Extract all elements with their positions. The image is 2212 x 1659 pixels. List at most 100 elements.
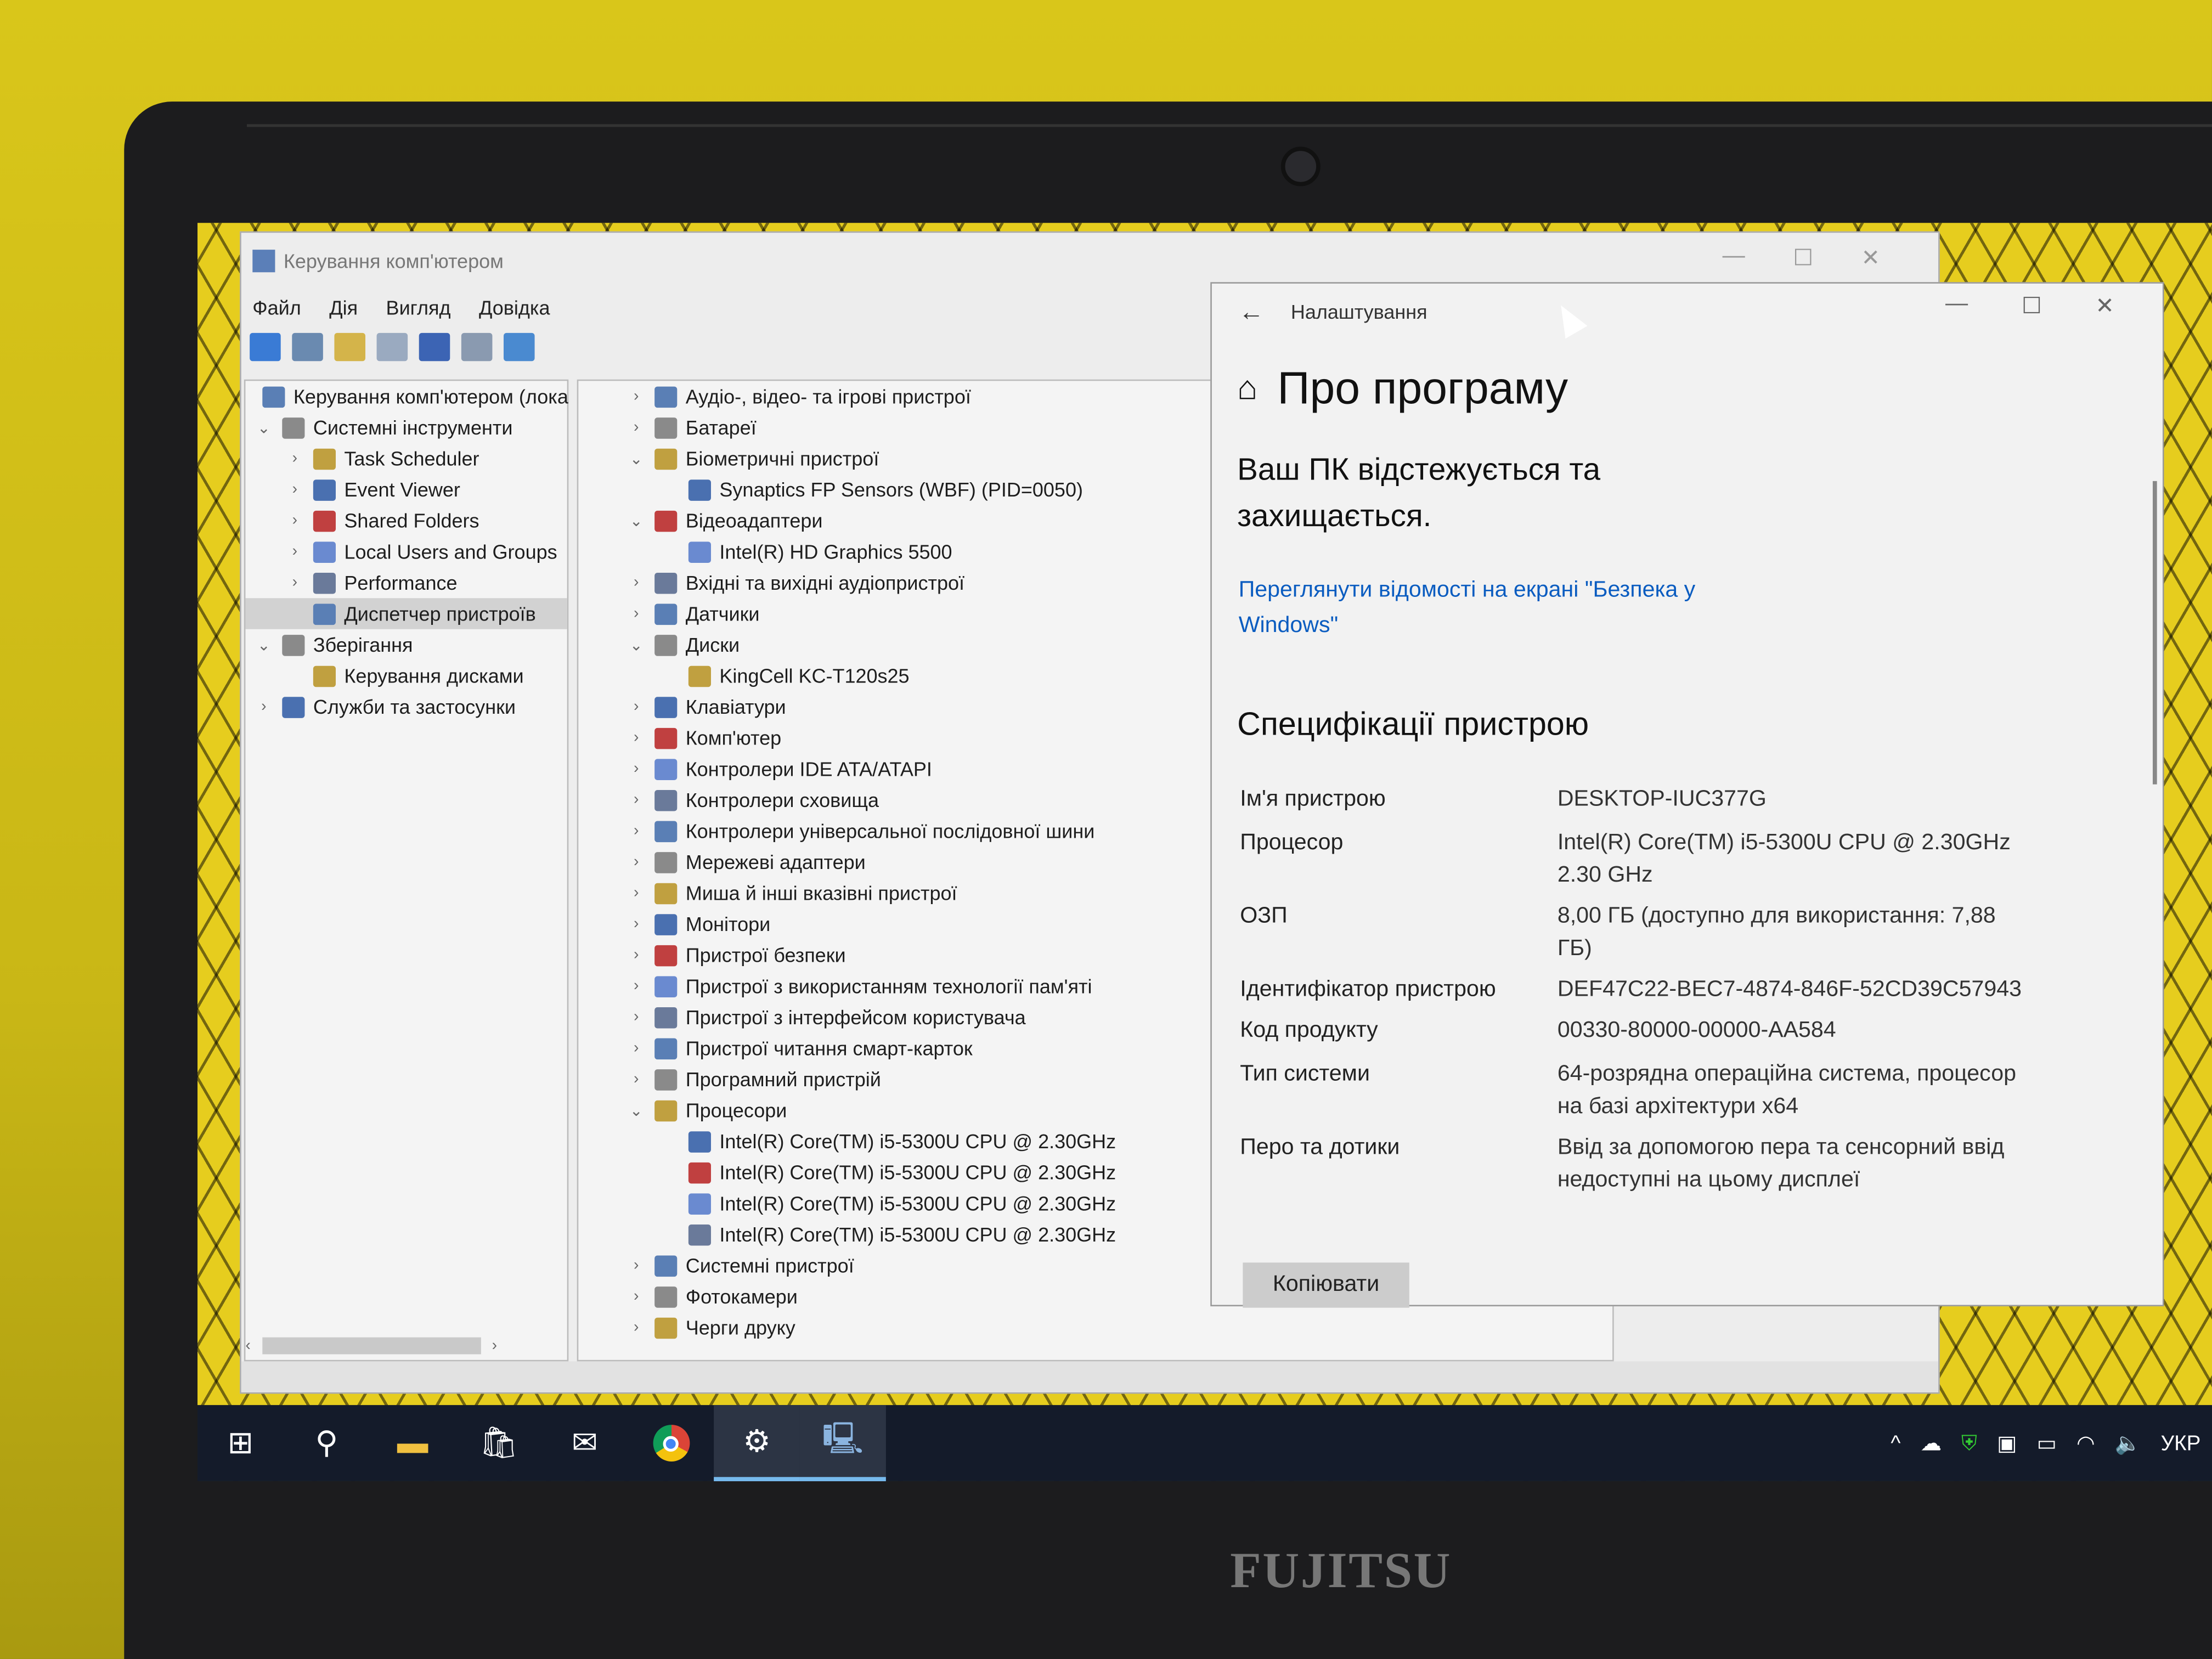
defender-shield-icon[interactable]: ⛨ <box>1961 1431 1977 1455</box>
chevron-down-icon[interactable]: ⌄ <box>627 635 646 654</box>
device-category-icon <box>313 541 336 562</box>
chevron-right-icon[interactable]: › <box>627 1009 646 1026</box>
tree-item-label: Shared Folders <box>344 509 479 532</box>
properties-icon[interactable] <box>461 332 493 362</box>
minimize-button[interactable]: — <box>1945 292 1968 320</box>
forward-icon[interactable] <box>292 332 323 362</box>
computer-management-icon[interactable]: 🖳 <box>799 1405 886 1481</box>
chevron-up-icon[interactable]: ^ <box>1891 1431 1900 1455</box>
maximize-button[interactable]: ☐ <box>1793 244 1813 272</box>
security-link[interactable]: Переглянути відомості на екрані "Безпека… <box>1239 573 1775 644</box>
tree-item[interactable]: Керування дисками <box>245 660 567 691</box>
chrome-icon[interactable] <box>628 1405 714 1481</box>
menu-item[interactable]: Файл <box>252 296 301 319</box>
menu-item[interactable]: Вигляд <box>386 296 451 319</box>
tree-item[interactable]: › Task Scheduler <box>245 443 567 474</box>
battery-icon[interactable]: ▭ <box>2036 1430 2056 1456</box>
chevron-right-icon[interactable]: › <box>627 884 646 901</box>
chevron-right-icon[interactable]: › <box>627 729 646 746</box>
help-icon[interactable] <box>419 332 450 362</box>
chevron-right-icon[interactable]: › <box>627 388 646 405</box>
back-arrow-icon[interactable]: ← <box>1212 297 1291 326</box>
chevron-down-icon[interactable]: ⌄ <box>627 511 646 530</box>
close-button[interactable]: ✕ <box>2095 292 2114 320</box>
wifi-icon[interactable]: ◠ <box>2076 1430 2095 1456</box>
chevron-right-icon[interactable]: › <box>627 574 646 591</box>
mail-icon[interactable]: ✉ <box>541 1405 628 1481</box>
tree-item[interactable]: › Performance <box>245 567 567 599</box>
menu-item[interactable]: Довідка <box>479 296 550 319</box>
tree-item[interactable]: Керування комп'ютером (лока <box>245 381 568 412</box>
home-icon[interactable]: ⌂ <box>1237 369 1257 408</box>
chevron-right-icon[interactable]: › <box>285 543 304 560</box>
chevron-right-icon[interactable]: › <box>627 1319 646 1336</box>
file-explorer-icon[interactable]: ▬ <box>370 1405 456 1481</box>
chevron-right-icon[interactable]: › <box>627 760 646 777</box>
monitor-icon[interactable] <box>503 332 535 362</box>
tree-item[interactable]: › Черги друку <box>618 1312 1612 1343</box>
spec-value: Ввід за допомогою пера та сенсорний ввід… <box>1557 1135 2005 1192</box>
chevron-down-icon[interactable]: ⌄ <box>627 1101 646 1120</box>
screen: Керування комп'ютером — ☐ ✕ Файл Дія Вигляд Д… <box>197 223 2212 1481</box>
chevron-right-icon[interactable]: › <box>627 1040 646 1057</box>
tree-item[interactable]: ⌄ Зберігання <box>245 629 567 661</box>
device-category-icon <box>688 1161 711 1183</box>
tree-item[interactable]: › Event Viewer <box>245 474 567 505</box>
tree-item[interactable]: › Local Users and Groups <box>245 536 567 567</box>
chevron-right-icon[interactable]: › <box>627 1257 646 1274</box>
menu-item[interactable]: Дія <box>329 296 358 319</box>
onedrive-icon[interactable]: ☁ <box>1920 1430 1942 1456</box>
chevron-right-icon[interactable]: › <box>627 1071 646 1088</box>
show-hide-tree-icon[interactable] <box>376 332 408 362</box>
copy-button[interactable]: Копіювати <box>1243 1262 1409 1308</box>
tree-item-label: Служби та застосунки <box>313 695 516 718</box>
chevron-right-icon[interactable]: › <box>627 822 646 839</box>
tree-item-label: Датчики <box>685 602 760 625</box>
chevron-right-icon[interactable]: › <box>627 978 646 995</box>
chevron-right-icon[interactable]: › <box>627 854 646 871</box>
search-icon[interactable]: ⚲ <box>284 1405 370 1481</box>
spec-label: ОЗП <box>1240 904 1288 928</box>
settings-icon[interactable]: ⚙ <box>714 1405 800 1481</box>
tree-item-label: Intel(R) HD Graphics 5500 <box>719 540 952 563</box>
spec-value: DESKTOP-IUC377G <box>1557 787 1767 811</box>
tree-item[interactable]: › Shared Folders <box>245 505 567 537</box>
tree-item-label: Мережеві адаптери <box>685 850 866 873</box>
tree-item[interactable]: Диспетчер пристроїв <box>245 598 567 629</box>
device-icon[interactable]: ▣ <box>1997 1430 2017 1456</box>
chevron-right-icon[interactable]: › <box>285 450 304 467</box>
chevron-right-icon[interactable]: › <box>285 481 304 498</box>
device-category-icon <box>654 820 678 842</box>
chevron-right-icon[interactable]: › <box>627 792 646 809</box>
device-category-icon <box>654 882 678 904</box>
chevron-right-icon[interactable]: › <box>627 946 646 963</box>
chevron-right-icon[interactable]: › <box>285 512 304 529</box>
store-icon[interactable]: 🛍 <box>456 1405 542 1481</box>
photo: Керування комп'ютером — ☐ ✕ Файл Дія Вигляд Д… <box>0 0 2212 1659</box>
chevron-right-icon[interactable]: › <box>254 698 274 715</box>
volume-icon[interactable]: 🔈 <box>2115 1430 2141 1456</box>
tree-item-label: Intel(R) Core(TM) i5-5300U CPU @ 2.30GHz <box>719 1130 1116 1153</box>
chevron-right-icon[interactable]: › <box>627 698 646 715</box>
chevron-right-icon[interactable]: › <box>285 574 304 591</box>
minimize-button[interactable]: — <box>1723 244 1745 272</box>
up-folder-icon[interactable] <box>334 332 365 362</box>
chevron-right-icon[interactable]: › <box>627 1288 646 1305</box>
start-icon[interactable]: ⊞ <box>198 1405 284 1481</box>
maximize-button[interactable]: ☐ <box>2022 292 2042 320</box>
chevron-down-icon[interactable]: ⌄ <box>254 635 274 654</box>
tree-item[interactable]: › Служби та застосунки <box>245 691 567 723</box>
vertical-scrollbar[interactable] <box>2152 481 2157 785</box>
language-indicator[interactable]: УКР <box>2161 1431 2201 1455</box>
chevron-right-icon[interactable]: › <box>627 916 646 933</box>
chevron-down-icon[interactable]: ⌄ <box>254 418 274 437</box>
tree-item-label: Миша й інші вказівні пристрої <box>685 882 957 905</box>
chevron-right-icon[interactable]: › <box>627 419 646 436</box>
chevron-right-icon[interactable]: › <box>627 605 646 622</box>
tree-item[interactable]: ⌄ Системні інструменти <box>245 412 567 443</box>
back-icon[interactable] <box>250 332 281 362</box>
title-bar: Керування комп'ютером <box>241 233 1938 289</box>
close-button[interactable]: ✕ <box>1861 244 1880 272</box>
horizontal-scrollbar[interactable]: ‹ › <box>245 1335 567 1357</box>
chevron-down-icon[interactable]: ⌄ <box>627 449 646 468</box>
